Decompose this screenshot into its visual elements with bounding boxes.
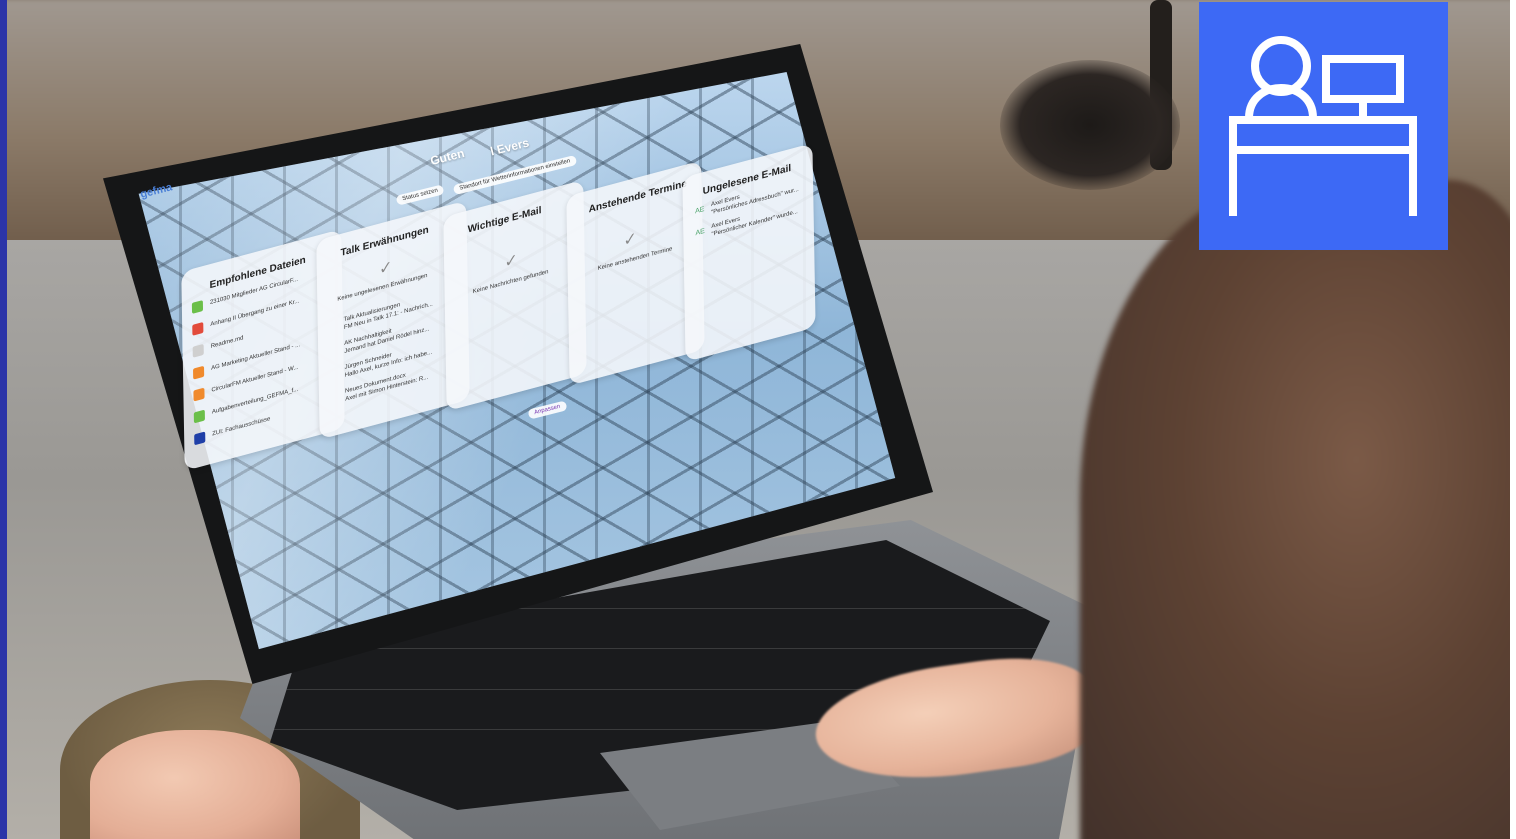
- person-at-desk-icon: [1199, 2, 1448, 250]
- empty-state: Keine anstehenden Termine: [597, 246, 673, 273]
- status-button[interactable]: Status setzen: [395, 184, 445, 206]
- checkmark-icon: ✓: [623, 229, 637, 251]
- empty-state: Keine Nachrichten gefunden: [472, 269, 549, 296]
- spreadsheet-icon: [193, 409, 205, 424]
- file-item[interactable]: ZUI: Fachausschüsse: [212, 416, 270, 437]
- card-title: Talk Erwähnungen: [340, 224, 429, 259]
- card-important-mail[interactable]: Wichtige E-Mail ✓ Keine Nachrichten gefu…: [443, 179, 587, 412]
- card-title: Empfohlene Dateien: [209, 254, 306, 292]
- checkmark-icon: ✓: [504, 251, 518, 272]
- checkmark-icon: ✓: [378, 258, 393, 279]
- card-title: Anstehende Termine: [588, 178, 687, 216]
- presentation-icon: [193, 387, 205, 402]
- card-title: Wichtige E-Mail: [467, 204, 542, 236]
- right-edge-stripe: [1510, 0, 1516, 839]
- presentation-icon: [193, 365, 205, 380]
- avatar: AE: [695, 227, 705, 238]
- pdf-icon: [192, 321, 204, 336]
- left-edge-stripe: [0, 0, 7, 839]
- greeting-visible: Guten: [428, 146, 466, 168]
- text-file-icon: [192, 343, 204, 358]
- folder-icon: [194, 431, 206, 446]
- greeting-name: l Evers: [488, 135, 531, 159]
- customize-button[interactable]: Anpassen: [527, 400, 568, 420]
- card-unread-mail[interactable]: Ungelesene E-Mail AE Axel Evers "Persönl…: [682, 143, 816, 362]
- spreadsheet-icon: [191, 300, 204, 314]
- avatar: AE: [694, 205, 705, 216]
- file-item[interactable]: Readme.md: [211, 335, 244, 350]
- brand-logo: gefma: [139, 181, 174, 201]
- file-item[interactable]: Aufgabenverteilung_GEFMA_f...: [212, 387, 298, 416]
- file-item[interactable]: Anhang II Übergang zu einer Kr...: [210, 298, 299, 328]
